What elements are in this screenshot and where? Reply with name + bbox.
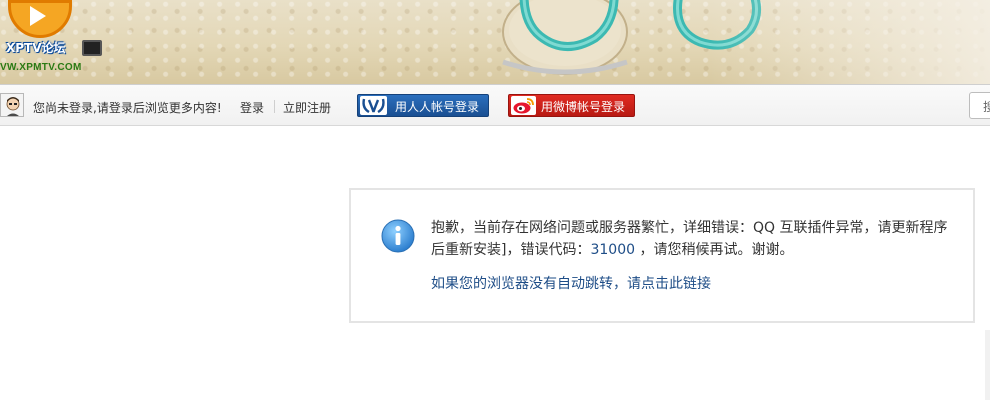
site-logo[interactable]: XPTV论坛 VW.XPMTV.COM xyxy=(0,0,110,80)
renren-login-button[interactable]: 用人人帐号登录 xyxy=(357,94,489,117)
flipflop-image xyxy=(502,0,628,75)
divider xyxy=(274,100,275,113)
login-notice: 您尚未登录,请登录后浏览更多内容! xyxy=(33,101,222,115)
user-avatar-icon xyxy=(0,93,24,117)
search-button-label: 搜 xyxy=(983,98,990,115)
register-link[interactable]: 立即注册 xyxy=(283,99,331,116)
error-message-part: ，请您稍候再试。谢谢。 xyxy=(635,242,794,258)
tv-icon xyxy=(82,40,102,56)
error-message-box: 抱歉，当前存在网络问题或服务器繁忙，详细错误：QQ 互联插件异常，请更新程序后重… xyxy=(349,188,975,323)
renren-logo-icon xyxy=(360,96,387,115)
login-bar: 您尚未登录,请登录后浏览更多内容! 登录 立即注册 用人人帐号登录 用微博帐号登… xyxy=(0,84,990,126)
weibo-login-label: 用微博帐号登录 xyxy=(541,100,626,114)
weibo-logo-icon xyxy=(511,96,536,115)
search-button[interactable]: 搜 xyxy=(969,92,990,119)
error-code: 31000 xyxy=(590,242,636,258)
scrollbar-edge xyxy=(985,330,990,400)
weibo-login-button[interactable]: 用微博帐号登录 xyxy=(508,94,635,117)
error-message-text: 抱歉，当前存在网络问题或服务器繁忙，详细错误：QQ 互联插件异常，请更新程序后重… xyxy=(431,217,956,261)
play-icon xyxy=(30,6,46,26)
logo-url: VW.XPMTV.COM xyxy=(0,62,82,73)
logo-name: XPTV论坛 xyxy=(6,41,66,55)
renren-login-label: 用人人帐号登录 xyxy=(395,100,480,114)
banner-fade xyxy=(710,0,990,84)
redirect-link[interactable]: 如果您的浏览器没有自动跳转，请点击此链接 xyxy=(431,273,711,293)
login-link[interactable]: 登录 xyxy=(240,99,264,116)
site-banner: XPTV论坛 VW.XPMTV.COM xyxy=(0,0,990,84)
info-icon xyxy=(381,219,415,253)
